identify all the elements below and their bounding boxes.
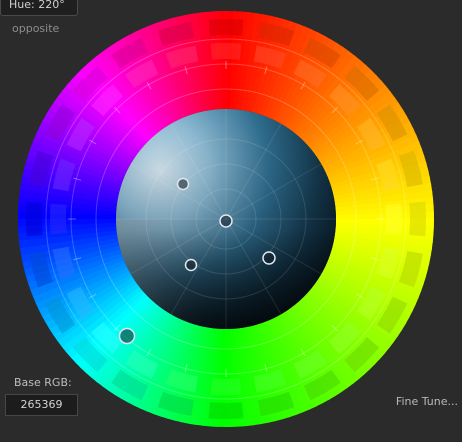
scheme-handle-3[interactable] xyxy=(262,251,276,265)
hue-handle[interactable] xyxy=(118,327,136,345)
scheme-handle-2[interactable] xyxy=(184,258,198,272)
base-color-handle[interactable] xyxy=(219,214,233,228)
fine-tune-button[interactable]: Fine Tune... xyxy=(396,395,458,408)
base-rgb-input[interactable]: 265369 xyxy=(5,394,78,416)
scheme-handle-1[interactable] xyxy=(176,177,190,191)
base-rgb-label: Base RGB: xyxy=(14,376,72,389)
